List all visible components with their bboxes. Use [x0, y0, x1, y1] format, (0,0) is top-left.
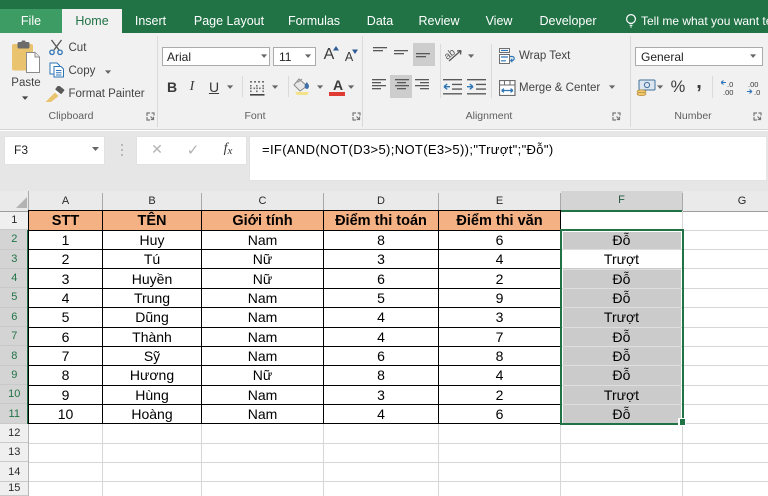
svg-text:.0: .0	[754, 88, 760, 96]
svg-text:.00: .00	[723, 88, 733, 96]
